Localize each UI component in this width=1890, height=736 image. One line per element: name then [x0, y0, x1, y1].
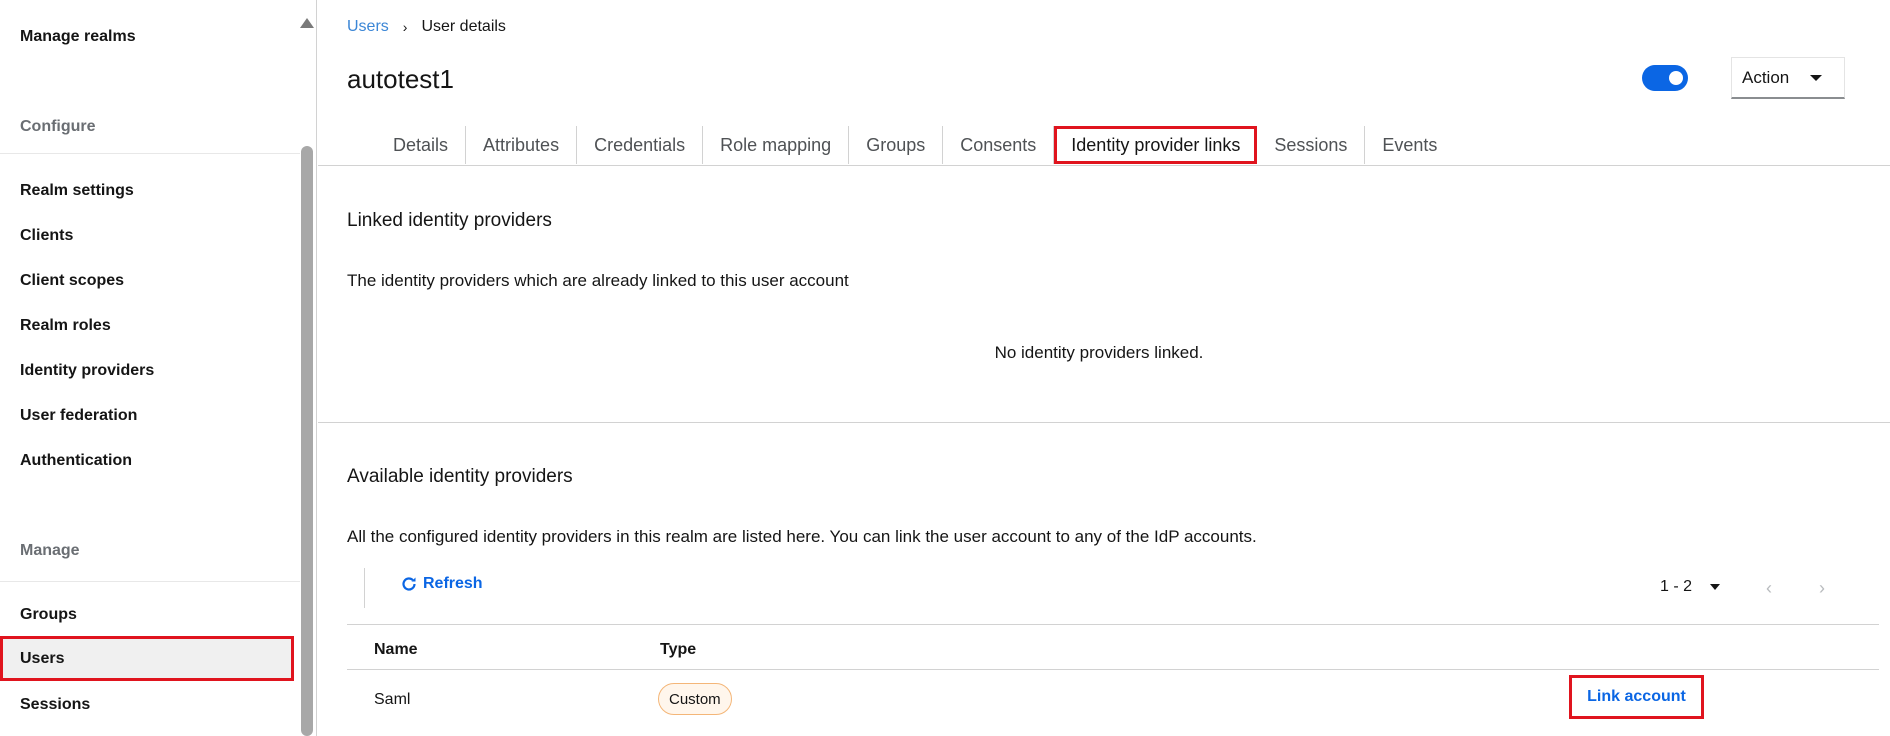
sidebar: Manage realms Configure Realm settings C…: [0, 0, 317, 736]
sidebar-item-label: Authentication: [20, 451, 132, 469]
table-header-border: [347, 669, 1879, 670]
column-header-type: Type: [660, 641, 697, 658]
tab-events[interactable]: Events: [1365, 126, 1455, 164]
refresh-button[interactable]: Refresh: [401, 575, 483, 593]
sidebar-item-realm-settings[interactable]: Realm settings: [0, 168, 294, 213]
pagination-dropdown[interactable]: 1 - 2: [1660, 578, 1721, 596]
linked-providers-empty-message: No identity providers linked.: [994, 343, 1204, 362]
action-dropdown-label: Action: [1742, 67, 1790, 87]
sidebar-item-label: Identity providers: [20, 361, 155, 379]
tab-bar: Details Attributes Credentials Role mapp…: [347, 126, 1455, 166]
caret-down-icon: [1810, 75, 1822, 81]
breadcrumb-current: User details: [421, 18, 506, 35]
tab-details[interactable]: Details: [347, 126, 467, 164]
scrollbar-thumb[interactable]: [301, 146, 313, 736]
provider-name: Saml: [374, 691, 411, 708]
tab-consents[interactable]: Consents: [943, 126, 1055, 164]
sidebar-heading-manage: Manage: [20, 542, 80, 559]
previous-page-icon[interactable]: ‹: [1766, 578, 1772, 599]
main-content: Users › User details autotest1 Action De…: [318, 0, 1890, 736]
sidebar-item-clients[interactable]: Clients: [0, 213, 294, 258]
breadcrumb-link-users[interactable]: Users: [347, 18, 389, 36]
refresh-label: Refresh: [423, 575, 483, 592]
sidebar-item-label: Realm roles: [20, 316, 111, 334]
tab-sessions[interactable]: Sessions: [1257, 126, 1366, 164]
next-page-icon[interactable]: ›: [1819, 578, 1825, 599]
sidebar-item-label: User federation: [20, 406, 138, 424]
page-title: autotest1: [347, 64, 454, 94]
user-enabled-toggle[interactable]: [1642, 65, 1688, 91]
chevron-right-icon: ›: [402, 19, 408, 35]
tab-attributes[interactable]: Attributes: [466, 126, 578, 164]
available-providers-description: All the configured identity providers in…: [347, 527, 1257, 546]
sidebar-item-label: Realm settings: [20, 181, 134, 199]
sidebar-item-label: Manage realms: [20, 27, 136, 45]
table-top-border: [347, 624, 1879, 625]
breadcrumb: Users › User details: [347, 18, 506, 36]
sidebar-item-users[interactable]: Users: [0, 636, 294, 681]
link-account-button[interactable]: Link account: [1569, 675, 1704, 719]
sidebar-item-user-federation[interactable]: User federation: [0, 393, 294, 438]
sidebar-heading-configure: Configure: [20, 118, 96, 135]
scroll-up-arrow-icon[interactable]: [300, 18, 314, 28]
linked-providers-title: Linked identity providers: [347, 210, 552, 231]
sidebar-item-groups[interactable]: Groups: [0, 592, 294, 637]
sidebar-item-client-scopes[interactable]: Client scopes: [0, 258, 294, 303]
tab-divider: [318, 165, 1890, 166]
action-dropdown[interactable]: Action: [1731, 57, 1845, 99]
sidebar-item-realm-roles[interactable]: Realm roles: [0, 303, 294, 348]
sidebar-divider: [0, 153, 300, 154]
sidebar-item-sessions[interactable]: Sessions: [0, 682, 294, 727]
toggle-knob: [1669, 71, 1683, 85]
tab-identity-provider-links[interactable]: Identity provider links: [1054, 126, 1258, 164]
section-divider: [318, 422, 1890, 423]
provider-type-badge: Custom: [658, 683, 732, 715]
column-header-name: Name: [374, 641, 418, 658]
toolbar-divider: [364, 568, 365, 608]
available-providers-title: Available identity providers: [347, 466, 573, 487]
tab-role-mapping[interactable]: Role mapping: [703, 126, 850, 164]
sidebar-item-label: Groups: [20, 605, 77, 623]
sidebar-item-label: Client scopes: [20, 271, 125, 289]
sidebar-item-identity-providers[interactable]: Identity providers: [0, 348, 294, 393]
linked-providers-description: The identity providers which are already…: [347, 271, 849, 290]
sidebar-item-label: Users: [20, 649, 65, 667]
sidebar-item-label: Clients: [20, 226, 74, 244]
pagination-range: 1 - 2: [1660, 578, 1693, 595]
refresh-icon: [402, 577, 416, 591]
tab-credentials[interactable]: Credentials: [577, 126, 704, 164]
sidebar-item-manage-realms[interactable]: Manage realms: [0, 14, 294, 59]
sidebar-item-label: Sessions: [20, 695, 91, 713]
tab-groups[interactable]: Groups: [849, 126, 944, 164]
sidebar-divider: [0, 581, 300, 582]
sidebar-item-authentication[interactable]: Authentication: [0, 438, 294, 483]
caret-down-icon: [1710, 584, 1721, 590]
